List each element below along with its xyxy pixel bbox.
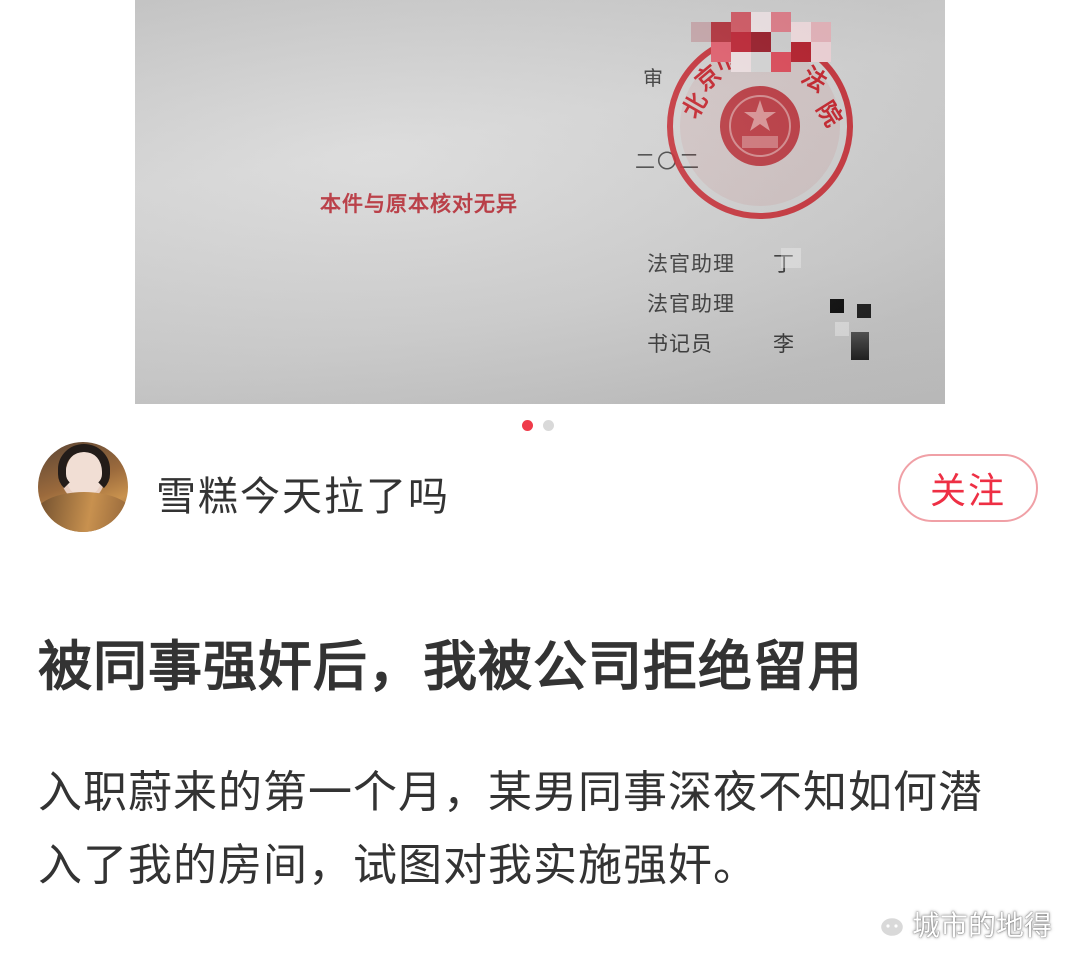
post-title: 被同事强奸后，我被公司拒绝留用 — [38, 635, 863, 698]
carousel-pager[interactable] — [522, 420, 554, 431]
pager-dot-active[interactable] — [522, 420, 533, 431]
avatar-pet — [38, 492, 128, 532]
follow-button[interactable]: 关注 — [898, 454, 1038, 522]
post-image[interactable]: 审 二〇二 北 京 市 法 院 本件与原本核对无异 法 — [135, 0, 945, 404]
redaction-block — [857, 304, 871, 318]
staff-row: 法官助理 — [647, 288, 844, 318]
staff-role: 书记员 — [647, 332, 713, 356]
staff-name: 李 — [773, 332, 794, 356]
staff-role: 法官助理 — [647, 252, 735, 276]
mosaic-censor — [691, 12, 831, 72]
doc-judge-prefix: 审 — [643, 66, 663, 90]
avatar[interactable] — [38, 442, 128, 532]
avatar-hair — [58, 444, 110, 494]
author-name[interactable]: 雪糕今天拉了吗 — [156, 464, 450, 522]
wechat-icon — [862, 907, 906, 940]
staff-role: 法官助理 — [647, 292, 735, 316]
redaction-block — [835, 322, 849, 336]
redaction-block — [829, 298, 844, 313]
staff-row: 法官助理丁 — [647, 248, 794, 278]
redaction-block — [851, 332, 869, 360]
redaction-block — [781, 248, 801, 268]
wechat-watermark: 城市的地得 — [862, 904, 1052, 944]
watermark-label: 城市的地得 — [912, 909, 1053, 942]
staff-row: 书记员 李 — [647, 328, 794, 358]
post-body: 入职蔚来的第一个月，某男同事深夜不知如何潜入了我的房间，试图对我实施强奸。 — [38, 767, 983, 891]
certify-stamp-text: 本件与原本核对无异 — [320, 191, 518, 216]
pager-dot[interactable] — [543, 420, 554, 431]
